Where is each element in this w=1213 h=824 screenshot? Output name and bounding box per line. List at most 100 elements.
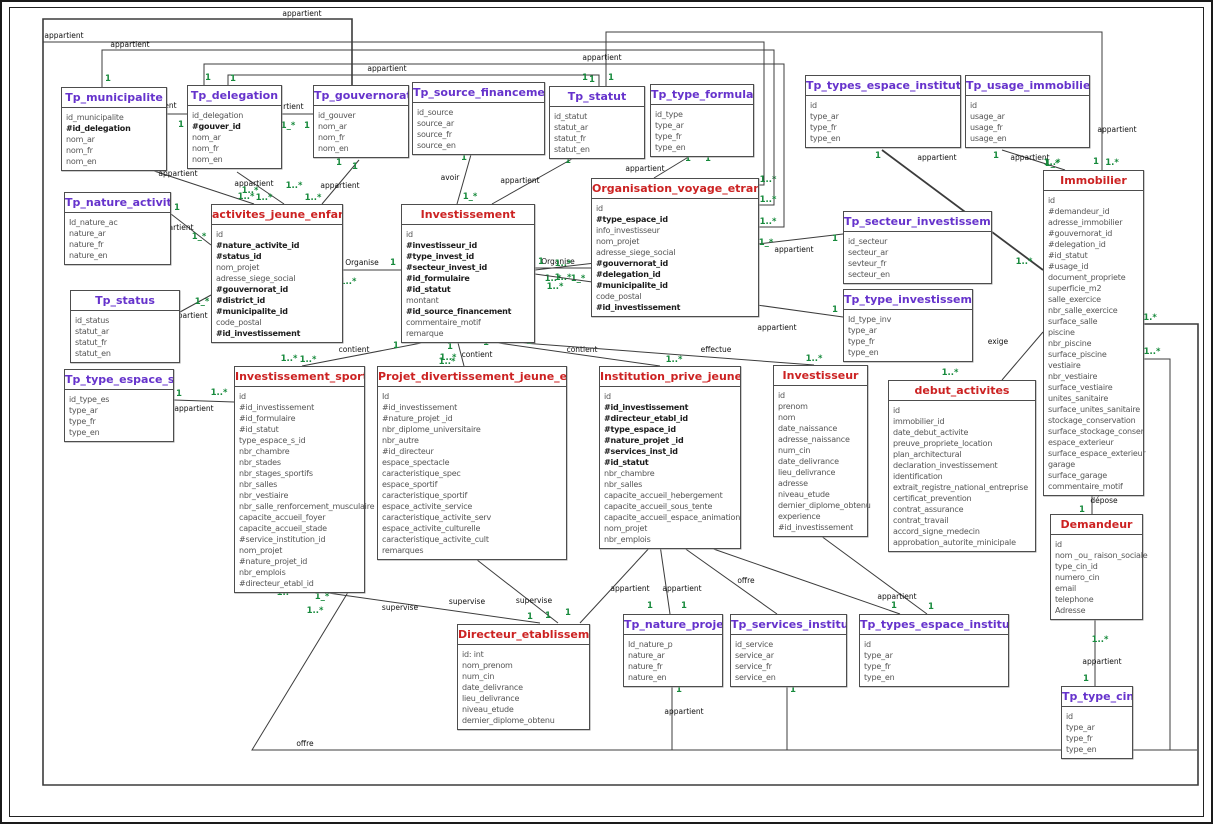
attribute: espace_exterieur xyxy=(1048,437,1140,448)
attribute: type_fr xyxy=(864,661,1005,672)
attribute: nbr_salles xyxy=(239,479,361,490)
entity-title-debut-activites: debut_activites xyxy=(889,381,1035,401)
attribute: nom_en xyxy=(318,143,405,154)
attribute: superficie_m2 xyxy=(1048,283,1140,294)
attribute: espace_sportif xyxy=(382,479,563,490)
attribute: #id_formulaire xyxy=(406,273,531,284)
attribute: nbr_vestiaire xyxy=(1048,371,1140,382)
entity-attributes: Id_nature_acnature_arnature_frnature_en xyxy=(65,213,170,264)
attribute: nbr_salle_exercice xyxy=(1048,305,1140,316)
attribute: id xyxy=(1055,539,1139,550)
attribute: nature_ar xyxy=(69,228,167,239)
attribute: id_type_es xyxy=(69,394,170,405)
entity-investisseur: Investisseuridprenomnomdate_naissanceadr… xyxy=(773,365,868,537)
entity-tp-status: Tp_statusid_statusstatut_arstatut_frstat… xyxy=(70,290,180,363)
attribute: stockage_conservation xyxy=(1048,415,1140,426)
attribute: type_fr xyxy=(1066,733,1129,744)
attribute: nbr_piscine xyxy=(1048,338,1140,349)
attribute: telephone xyxy=(1055,594,1139,605)
attribute: nom_fr xyxy=(66,145,163,156)
attribute: statut_ar xyxy=(75,326,176,337)
entity-title-institution-prive-jeunesse: Institution_prive_jeunesse xyxy=(600,367,740,387)
attribute: #id_investissement xyxy=(604,402,737,413)
attribute: #delegation_id xyxy=(596,269,755,280)
attribute: nom_fr xyxy=(318,132,405,143)
attribute: type_ar xyxy=(810,111,957,122)
attribute: date_delivrance xyxy=(778,456,864,467)
attribute: nom _ou_ raison_sociale xyxy=(1055,550,1139,561)
attribute: #type_espace_id xyxy=(596,214,755,225)
attribute: type_en xyxy=(69,427,170,438)
attribute: num_cin xyxy=(462,671,586,682)
attribute: type_ar xyxy=(1066,722,1129,733)
attribute: id_delegation xyxy=(192,110,278,121)
attribute: declaration_investissement xyxy=(893,460,1032,471)
attribute: nature_en xyxy=(69,250,167,261)
entity-tp-gouvernorat: Tp_gouvernoratid_gouvernom_arnom_frnom_e… xyxy=(313,85,409,158)
attribute: preuve_propriete_location xyxy=(893,438,1032,449)
attribute: surface_piscine xyxy=(1048,349,1140,360)
entity-attributes: Id#id_investissement#nature_projet _idnb… xyxy=(378,387,566,559)
entity-attributes: idusage_arusage_frusage_en xyxy=(966,96,1089,147)
attribute: nom_en xyxy=(66,156,163,167)
attribute: code_postal xyxy=(216,317,339,328)
entity-tp-usage-immobilie: Tp_usage_immobilieidusage_arusage_frusag… xyxy=(965,75,1090,148)
attribute: id_service xyxy=(735,639,843,650)
attribute: remarque xyxy=(406,328,531,339)
attribute: #directeur_etabl_id xyxy=(604,413,737,424)
attribute: #id_statut xyxy=(239,424,361,435)
entity-tp-type-investissement: Tp_type_investissementId_type_invtype_ar… xyxy=(843,289,973,362)
entity-attributes: idprenomnomdate_naissanceadresse_naissan… xyxy=(774,386,867,536)
attribute: #service_institution_id xyxy=(239,534,361,545)
attribute: statut_en xyxy=(554,144,641,155)
attribute: id_gouver xyxy=(318,110,405,121)
entity-attributes: id_statutstatut_arstatut_frstatut_en xyxy=(550,107,644,158)
attribute: source_fr xyxy=(417,129,541,140)
attribute: espace_spectacle xyxy=(382,457,563,468)
attribute: surface_espace_exterieur xyxy=(1048,448,1140,459)
attribute: statut_fr xyxy=(75,337,176,348)
attribute: type_ar xyxy=(864,650,1005,661)
attribute: id xyxy=(1066,711,1129,722)
attribute: adresse_immobilier xyxy=(1048,217,1140,228)
entity-attributes: idimmobilier_iddate_debut_activitepreuve… xyxy=(889,401,1035,551)
entity-tp-type-cin: Tp_type_cinidtype_artype_frtype_en xyxy=(1061,686,1133,759)
attribute: prenom xyxy=(778,401,864,412)
attribute: nom_ar xyxy=(66,134,163,145)
entity-attributes: id_municipalite#id_delegationnom_arnom_f… xyxy=(62,108,166,170)
entity-title-tp-source-financement: Tp_source_financement xyxy=(413,83,544,103)
entity-attributes: idnom _ou_ raison_socialetype_cin_idnume… xyxy=(1051,535,1142,619)
entity-attributes: id_sourcesource_arsource_frsource_en xyxy=(413,103,544,154)
attribute: type_en xyxy=(848,347,969,358)
attribute: info_investisseur xyxy=(596,225,755,236)
entity-tp-source-financement: Tp_source_financementid_sourcesource_ars… xyxy=(412,82,545,155)
attribute: surface_garage xyxy=(1048,470,1140,481)
attribute: nom_projet xyxy=(604,523,737,534)
attribute: #id_investissement xyxy=(382,402,563,413)
attribute: numero_cin xyxy=(1055,572,1139,583)
attribute: #id_investissement xyxy=(596,302,755,313)
attribute: type_ar xyxy=(655,120,750,131)
attribute: id xyxy=(216,229,339,240)
attribute: #id_formulaire xyxy=(239,413,361,424)
attribute: secteur_en xyxy=(848,269,988,280)
attribute: id xyxy=(893,405,1032,416)
attribute: lieu_delivrance xyxy=(462,693,586,704)
attribute: nom_projet xyxy=(216,262,339,273)
attribute: #municipalite_id xyxy=(216,306,339,317)
attribute: id_statut xyxy=(554,111,641,122)
attribute: Id xyxy=(382,391,563,402)
attribute: id xyxy=(596,203,755,214)
attribute: nbr_chambre xyxy=(239,446,361,457)
attribute: remarques xyxy=(382,545,563,556)
entity-title-tp-services-institution: Tp_services_institution xyxy=(731,615,846,635)
attribute: nbr_salle_renforcement_musculaire xyxy=(239,501,361,512)
entity-tp-municipalite: Tp_municipaliteid_municipalite#id_delega… xyxy=(61,87,167,171)
attribute: secteur_ar xyxy=(848,247,988,258)
entity-tp-delegation: Tp_delegationid_delegation#gouver_idnom_… xyxy=(187,85,282,169)
attribute: #nature_projet _id xyxy=(604,435,737,446)
attribute: type_en xyxy=(810,133,957,144)
attribute: id xyxy=(810,100,957,111)
entity-title-tp-nature-activite: Tp_nature_activite xyxy=(65,193,170,213)
attribute: #id_statut xyxy=(604,457,737,468)
